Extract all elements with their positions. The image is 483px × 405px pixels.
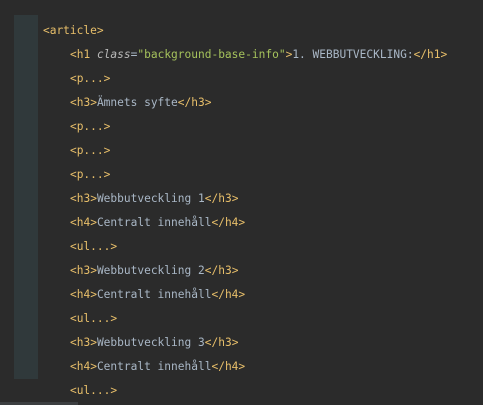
- end-tag-name: h4: [224, 360, 239, 373]
- code-line-h4[interactable]: <h4>Centralt innehåll</h4>: [43, 331, 245, 373]
- end-tag-open: </: [211, 288, 225, 301]
- attribute-value: "background-base-info": [137, 48, 286, 61]
- end-tag-open: </: [413, 48, 428, 61]
- code-line-folded-p[interactable]: <p...>: [43, 139, 110, 181]
- code-line-folded-p[interactable]: <p...>: [43, 43, 110, 85]
- code-line-h4[interactable]: <h4>Centralt innehåll</h4>: [43, 259, 245, 301]
- end-tag-close: >: [204, 96, 212, 109]
- end-tag-close: >: [238, 216, 246, 229]
- indent-guide: [14, 15, 38, 379]
- code-editor[interactable]: <article> <h1 class="background-base-inf…: [0, 0, 483, 405]
- end-tag-close: >: [238, 288, 246, 301]
- end-tag-open: </: [177, 96, 192, 109]
- code-line-folded-ul[interactable]: <ul...>: [43, 355, 117, 397]
- end-tag-open: </: [211, 360, 225, 373]
- element-text: 1. WEBBUTVECKLING:: [292, 48, 414, 61]
- code-line-folded-ul[interactable]: <ul...>: [43, 283, 117, 325]
- code-line-h3[interactable]: <h3>Webbutveckling 3</h3>: [43, 307, 238, 349]
- end-tag-name: h4: [224, 288, 239, 301]
- end-tag-name: h3: [191, 96, 205, 109]
- end-tag-close: >: [440, 48, 448, 61]
- code-line-h3[interactable]: <h3>Webbutveckling 1</h3>: [43, 163, 238, 205]
- code-line-h1[interactable]: <h1 class="background-base-info">1. WEBB…: [43, 19, 447, 61]
- code-line-h4[interactable]: <h4>Centralt innehåll</h4>: [43, 187, 245, 229]
- code-line-folded-ul[interactable]: <ul...>: [43, 211, 117, 253]
- code-line-h3[interactable]: <h3>Webbutveckling 2</h3>: [43, 235, 238, 277]
- end-tag-name: h1: [427, 48, 441, 61]
- code-line-h3[interactable]: <h3>Ämnets syfte</h3>: [43, 67, 212, 109]
- end-tag-open: </: [211, 216, 225, 229]
- end-tag-close: >: [238, 360, 246, 373]
- end-tag-name: h4: [224, 216, 239, 229]
- code-line-folded-p[interactable]: <p...>: [43, 115, 110, 157]
- code-line-article-close[interactable]: </article>: [16, 379, 110, 403]
- code-line-article-open[interactable]: <article>: [16, 0, 104, 37]
- code-line-folded-p[interactable]: <p...>: [43, 91, 110, 133]
